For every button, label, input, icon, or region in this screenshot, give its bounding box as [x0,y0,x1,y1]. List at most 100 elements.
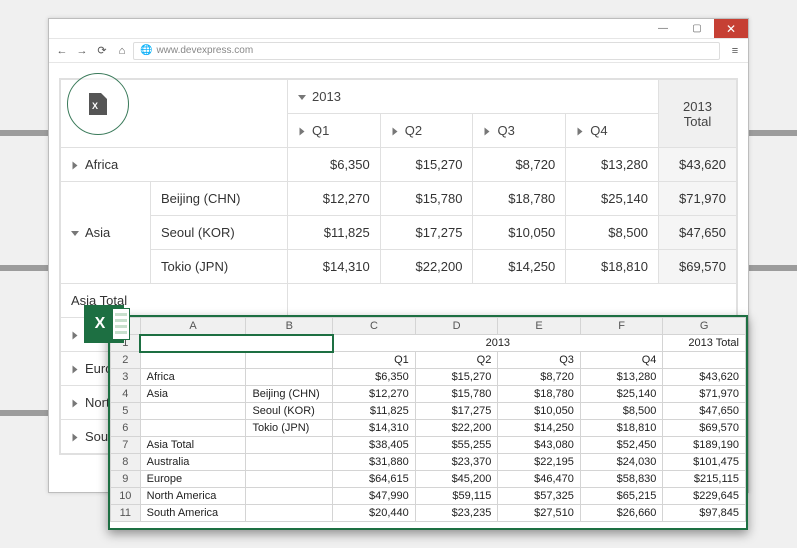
excel-cell[interactable]: Q1 [333,352,416,369]
col-header-c[interactable]: C [333,318,416,335]
nav-reload-button[interactable]: ⟳ [93,44,111,57]
pivot-row[interactable]: Asia Beijing (CHN) $12,270 $15,780 $18,7… [61,182,737,216]
excel-cell[interactable]: Asia [140,386,246,403]
col-header-g[interactable]: G [663,318,746,335]
excel-cell[interactable]: $65,215 [580,488,663,505]
excel-cell[interactable]: 2013 [333,335,663,352]
url-bar[interactable]: 🌐 www.devexpress.com [133,42,720,60]
excel-cell[interactable]: Seoul (KOR) [246,403,333,420]
col-header-b[interactable]: B [246,318,333,335]
excel-cell[interactable] [246,488,333,505]
excel-cell[interactable]: $11,825 [333,403,416,420]
row-number[interactable]: 10 [111,488,141,505]
nav-forward-button[interactable]: → [73,45,91,57]
excel-cell[interactable]: Q3 [498,352,581,369]
col-header-f[interactable]: F [580,318,663,335]
excel-cell[interactable]: $26,660 [580,505,663,522]
excel-cell[interactable]: $58,830 [580,471,663,488]
row-number[interactable]: 2 [111,352,141,369]
excel-row[interactable]: 10North America$47,990$59,115$57,325$65,… [111,488,746,505]
excel-cell[interactable] [246,471,333,488]
excel-cell[interactable] [246,352,333,369]
excel-cell[interactable]: $24,030 [580,454,663,471]
excel-cell[interactable]: $13,280 [580,369,663,386]
excel-row[interactable]: 6Tokio (JPN)$14,310$22,200$14,250$18,810… [111,420,746,437]
excel-cell[interactable]: $97,845 [663,505,746,522]
excel-row[interactable]: 8Australia$31,880$23,370$22,195$24,030$1… [111,454,746,471]
excel-cell[interactable]: North America [140,488,246,505]
excel-cell[interactable]: $64,615 [333,471,416,488]
row-number[interactable]: 5 [111,403,141,420]
col-header-d[interactable]: D [415,318,498,335]
window-maximize-button[interactable]: ▢ [680,19,714,38]
excel-cell[interactable]: $17,275 [415,403,498,420]
excel-cell[interactable]: Beijing (CHN) [246,386,333,403]
pivot-row[interactable]: Asia Total [61,284,737,318]
pivot-row[interactable]: Tokio (JPN) $14,310 $22,200 $14,250 $18,… [61,250,737,284]
row-number[interactable]: 11 [111,505,141,522]
excel-cell[interactable]: $59,115 [415,488,498,505]
excel-cell[interactable]: Q4 [580,352,663,369]
excel-cell[interactable]: South America [140,505,246,522]
excel-cell[interactable]: $14,250 [498,420,581,437]
excel-cell[interactable]: Europe [140,471,246,488]
excel-cell[interactable]: $55,255 [415,437,498,454]
row-number[interactable]: 9 [111,471,141,488]
excel-cell[interactable] [140,403,246,420]
excel-cell[interactable]: $18,780 [498,386,581,403]
excel-cell[interactable]: $45,200 [415,471,498,488]
excel-row[interactable]: 7Asia Total$38,405$55,255$43,080$52,450$… [111,437,746,454]
excel-cell[interactable] [140,352,246,369]
excel-cell[interactable]: $8,720 [498,369,581,386]
excel-cell[interactable]: $69,570 [663,420,746,437]
excel-cell[interactable]: $8,500 [580,403,663,420]
excel-cell[interactable]: Africa [140,369,246,386]
excel-cell[interactable]: 2013 Total [663,335,746,352]
excel-cell[interactable]: $15,270 [415,369,498,386]
nav-home-button[interactable]: ⌂ [113,45,131,57]
excel-cell[interactable] [246,454,333,471]
excel-cell[interactable]: $20,440 [333,505,416,522]
expand-icon[interactable] [73,366,78,374]
excel-cell[interactable]: Asia Total [140,437,246,454]
excel-cell[interactable]: $38,405 [333,437,416,454]
col-header-e[interactable]: E [498,318,581,335]
pivot-q1-header[interactable]: Q1 [288,114,381,148]
browser-menu-button[interactable]: ≡ [726,45,744,57]
excel-cell[interactable]: $10,050 [498,403,581,420]
excel-cell[interactable]: $14,310 [333,420,416,437]
excel-cell[interactable]: $6,350 [333,369,416,386]
excel-row[interactable]: 9Europe$64,615$45,200$46,470$58,830$215,… [111,471,746,488]
row-number[interactable]: 4 [111,386,141,403]
excel-cell[interactable]: $57,325 [498,488,581,505]
nav-back-button[interactable]: ← [53,45,71,57]
excel-cell[interactable]: $15,780 [415,386,498,403]
pivot-row[interactable]: Africa $6,350 $15,270 $8,720 $13,280 $43… [61,148,737,182]
pivot-year-header[interactable]: 2013 [288,80,659,114]
excel-cell[interactable]: $27,510 [498,505,581,522]
excel-cell[interactable] [246,369,333,386]
excel-cell[interactable] [246,505,333,522]
excel-cell[interactable]: $18,810 [580,420,663,437]
excel-cell[interactable]: $52,450 [580,437,663,454]
window-close-button[interactable]: ✕ [714,19,748,38]
row-number[interactable]: 6 [111,420,141,437]
col-header-a[interactable]: A [140,318,246,335]
excel-cell[interactable]: $43,080 [498,437,581,454]
excel-cell[interactable]: $12,270 [333,386,416,403]
excel-cell[interactable]: Tokio (JPN) [246,420,333,437]
window-minimize-button[interactable]: — [646,19,680,38]
excel-row[interactable]: 11South America$20,440$23,235$27,510$26,… [111,505,746,522]
excel-cell[interactable]: $22,195 [498,454,581,471]
pivot-q3-header[interactable]: Q3 [473,114,566,148]
excel-row[interactable]: 5 Seoul (KOR)$11,825$17,275$10,050$8,500$… [111,403,746,420]
excel-cell[interactable]: $47,650 [663,403,746,420]
excel-cell[interactable]: $71,970 [663,386,746,403]
row-number[interactable]: 7 [111,437,141,454]
excel-cell[interactable]: $31,880 [333,454,416,471]
excel-cell[interactable]: Q2 [415,352,498,369]
expand-icon[interactable] [73,162,78,170]
excel-row[interactable]: 3Africa$6,350$15,270$8,720$13,280$43,620 [111,369,746,386]
excel-cell[interactable] [246,437,333,454]
excel-cell[interactable]: $101,475 [663,454,746,471]
